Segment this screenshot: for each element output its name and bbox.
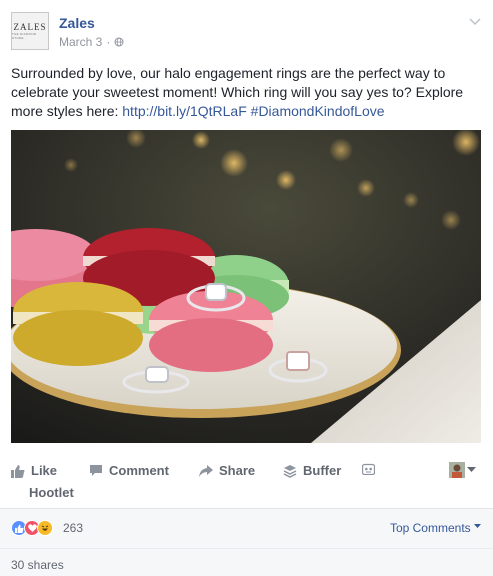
bot-icon xyxy=(362,463,375,475)
top-comments-dropdown[interactable]: Top Comments xyxy=(390,521,481,535)
chevron-down-icon[interactable] xyxy=(469,13,481,26)
post-header: ZALES THE DIAMOND STORE Zales March 3 · xyxy=(11,10,483,54)
share-icon xyxy=(199,464,213,477)
profile-switcher[interactable] xyxy=(449,462,476,478)
divider xyxy=(0,548,493,549)
like-label: Like xyxy=(31,463,58,478)
post-meta: March 3 · xyxy=(59,35,124,49)
post-hashtag[interactable]: #DiamondKindofLove xyxy=(251,103,385,119)
action-bar: Like Comment Share Buffer Hootlet xyxy=(0,455,493,507)
page-avatar[interactable]: ZALES THE DIAMOND STORE xyxy=(11,12,49,50)
reactions-bar: 263 Top Comments xyxy=(0,508,493,548)
post-link[interactable]: http://bit.ly/1QtRLaF xyxy=(122,103,247,119)
hootlet-label: Hootlet xyxy=(29,485,74,500)
buffer-label: Buffer xyxy=(303,463,342,478)
meta-separator: · xyxy=(106,35,111,49)
chevron-down-icon xyxy=(467,467,476,472)
macarons-rings-photo xyxy=(11,130,481,443)
share-label: Share xyxy=(219,463,256,478)
post-image[interactable] xyxy=(11,130,481,443)
post-text: Surrounded by love, our halo engagement … xyxy=(11,64,481,121)
bot-button[interactable] xyxy=(362,463,375,475)
globe-icon[interactable] xyxy=(114,37,124,47)
share-button[interactable]: Share xyxy=(199,463,255,478)
buffer-button[interactable]: Buffer xyxy=(283,463,341,478)
shares-bar: 30 shares xyxy=(0,548,493,576)
hootlet-button[interactable]: Hootlet xyxy=(29,485,74,500)
like-icon xyxy=(11,464,25,478)
buffer-icon xyxy=(283,464,297,478)
comment-icon xyxy=(90,465,102,476)
avatar-logo-text: ZALES xyxy=(13,21,47,32)
comment-label: Comment xyxy=(109,463,169,478)
page-name-link[interactable]: Zales xyxy=(59,15,95,31)
top-comments-label: Top Comments xyxy=(389,521,471,535)
comment-button[interactable]: Comment xyxy=(89,463,169,478)
shares-count[interactable]: 30 shares xyxy=(11,558,64,572)
reaction-icons[interactable] xyxy=(11,520,53,536)
avatar-logo-subtext: THE DIAMOND STORE xyxy=(12,31,37,40)
post-date[interactable]: March 3 xyxy=(59,35,102,49)
profile-switcher-icon xyxy=(449,462,465,478)
chevron-down-icon xyxy=(474,524,481,528)
divider xyxy=(0,508,493,509)
reaction-count[interactable]: 263 xyxy=(63,521,83,535)
haha-reaction-icon xyxy=(37,520,53,536)
like-button[interactable]: Like xyxy=(11,463,57,478)
